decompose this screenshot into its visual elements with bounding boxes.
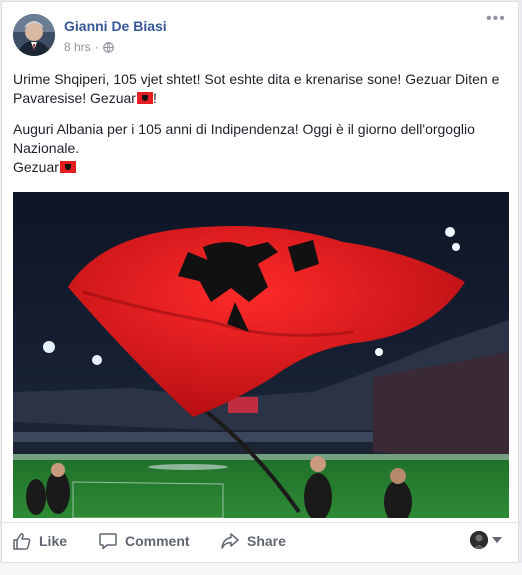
post-text-line-2: Auguri Albania per i 105 anni di Indipen… [13,121,475,156]
post-text-paragraph-2: Auguri Albania per i 105 anni di Indipen… [13,120,506,177]
post-photo[interactable] [13,192,509,518]
post-as-selector[interactable] [470,531,502,549]
post-text-paragraph-1: Urime Shqiperi, 105 vjet shtet! Sot esht… [13,70,506,108]
share-label: Share [247,533,286,549]
like-label: Like [39,533,68,549]
comment-button[interactable]: Comment [98,531,190,551]
post-time[interactable]: 8 hrs [64,40,91,54]
post-text-line-3: Gezuar [13,159,59,175]
more-options-icon[interactable]: ••• [486,11,506,28]
mini-avatar [470,531,488,549]
comment-icon [99,533,117,550]
post-card: Gianni De Biasi 8 hrs · ••• Urime Shqipe… [1,1,519,563]
post-text-line-1-end: ! [152,90,157,106]
comment-label: Comment [125,533,190,549]
like-button[interactable]: Like [12,531,67,551]
globe-icon[interactable] [102,41,114,53]
page-bottom-strip [0,563,522,575]
chevron-down-icon [492,537,502,543]
albania-flag-emoji [59,161,76,173]
share-icon [221,533,239,549]
author-name[interactable]: Gianni De Biasi [64,18,167,34]
thumbs-up-icon [13,533,31,550]
post-text-line-1: Urime Shqiperi, 105 vjet shtet! Sot esht… [13,71,500,106]
albania-flag-emoji [136,92,153,104]
post-text-line-3-wrap: Gezuar [13,158,506,177]
post-meta: 8 hrs · [64,40,114,54]
share-button[interactable]: Share [220,531,286,551]
post-actions-bar: Like Comment Share [2,522,518,563]
author-avatar[interactable] [13,14,55,56]
